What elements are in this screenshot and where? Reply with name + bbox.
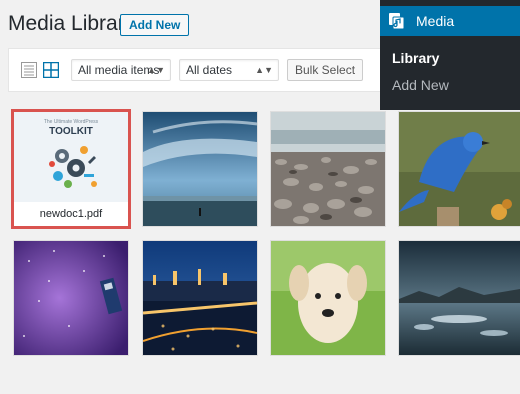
attachment-image-lake[interactable] <box>399 241 520 355</box>
pdf-title: TOOLKIT <box>49 126 93 137</box>
attachment-pdf[interactable]: The Ultimate WordPress TOOLKIT newdoc1.p… <box>14 112 128 226</box>
media-type-filter[interactable]: All media items ▲▼ <box>71 59 171 81</box>
menu-item-media[interactable]: Media <box>380 6 520 36</box>
bulk-select-button[interactable]: Bulk Select <box>287 59 364 81</box>
date-filter-value: All dates <box>186 63 233 77</box>
attachment-filename: newdoc1.pdf <box>14 202 128 226</box>
add-new-button[interactable]: Add New <box>120 14 190 36</box>
bluebird-thumbnail <box>399 112 520 226</box>
pebbles-thumbnail <box>271 112 385 226</box>
submenu-item-library[interactable]: Library <box>392 48 439 68</box>
list-view-icon[interactable] <box>21 62 37 78</box>
updown-arrow-icon: ▲▼ <box>147 65 165 75</box>
attachment-image-beach[interactable] <box>143 112 257 226</box>
date-filter[interactable]: All dates ▲▼ <box>179 59 279 81</box>
submenu-item-add-new[interactable]: Add New <box>392 75 449 95</box>
attachment-image-space[interactable] <box>14 241 128 355</box>
pdf-thumbnail: The Ultimate WordPress TOOLKIT <box>14 112 128 202</box>
attachment-image-pebbles[interactable] <box>271 112 385 226</box>
beach-thumbnail <box>143 112 257 226</box>
menu-item-media-label: Media <box>416 13 455 29</box>
pdf-subtitle: The Ultimate WordPress <box>44 119 99 125</box>
space-thumbnail <box>14 241 128 355</box>
page-title: Media Library <box>8 12 136 35</box>
updown-arrow-icon: ▲▼ <box>255 65 273 75</box>
city-thumbnail <box>143 241 257 355</box>
attachment-image-bluebird[interactable] <box>399 112 520 226</box>
attachment-image-city[interactable] <box>143 241 257 355</box>
lake-thumbnail <box>399 241 520 355</box>
puppy-thumbnail <box>271 241 385 355</box>
attachment-image-puppy[interactable] <box>271 241 385 355</box>
admin-menu-flyout: Media Library Add New <box>380 0 520 110</box>
grid-view-icon[interactable] <box>42 61 60 79</box>
media-icon <box>389 13 407 30</box>
